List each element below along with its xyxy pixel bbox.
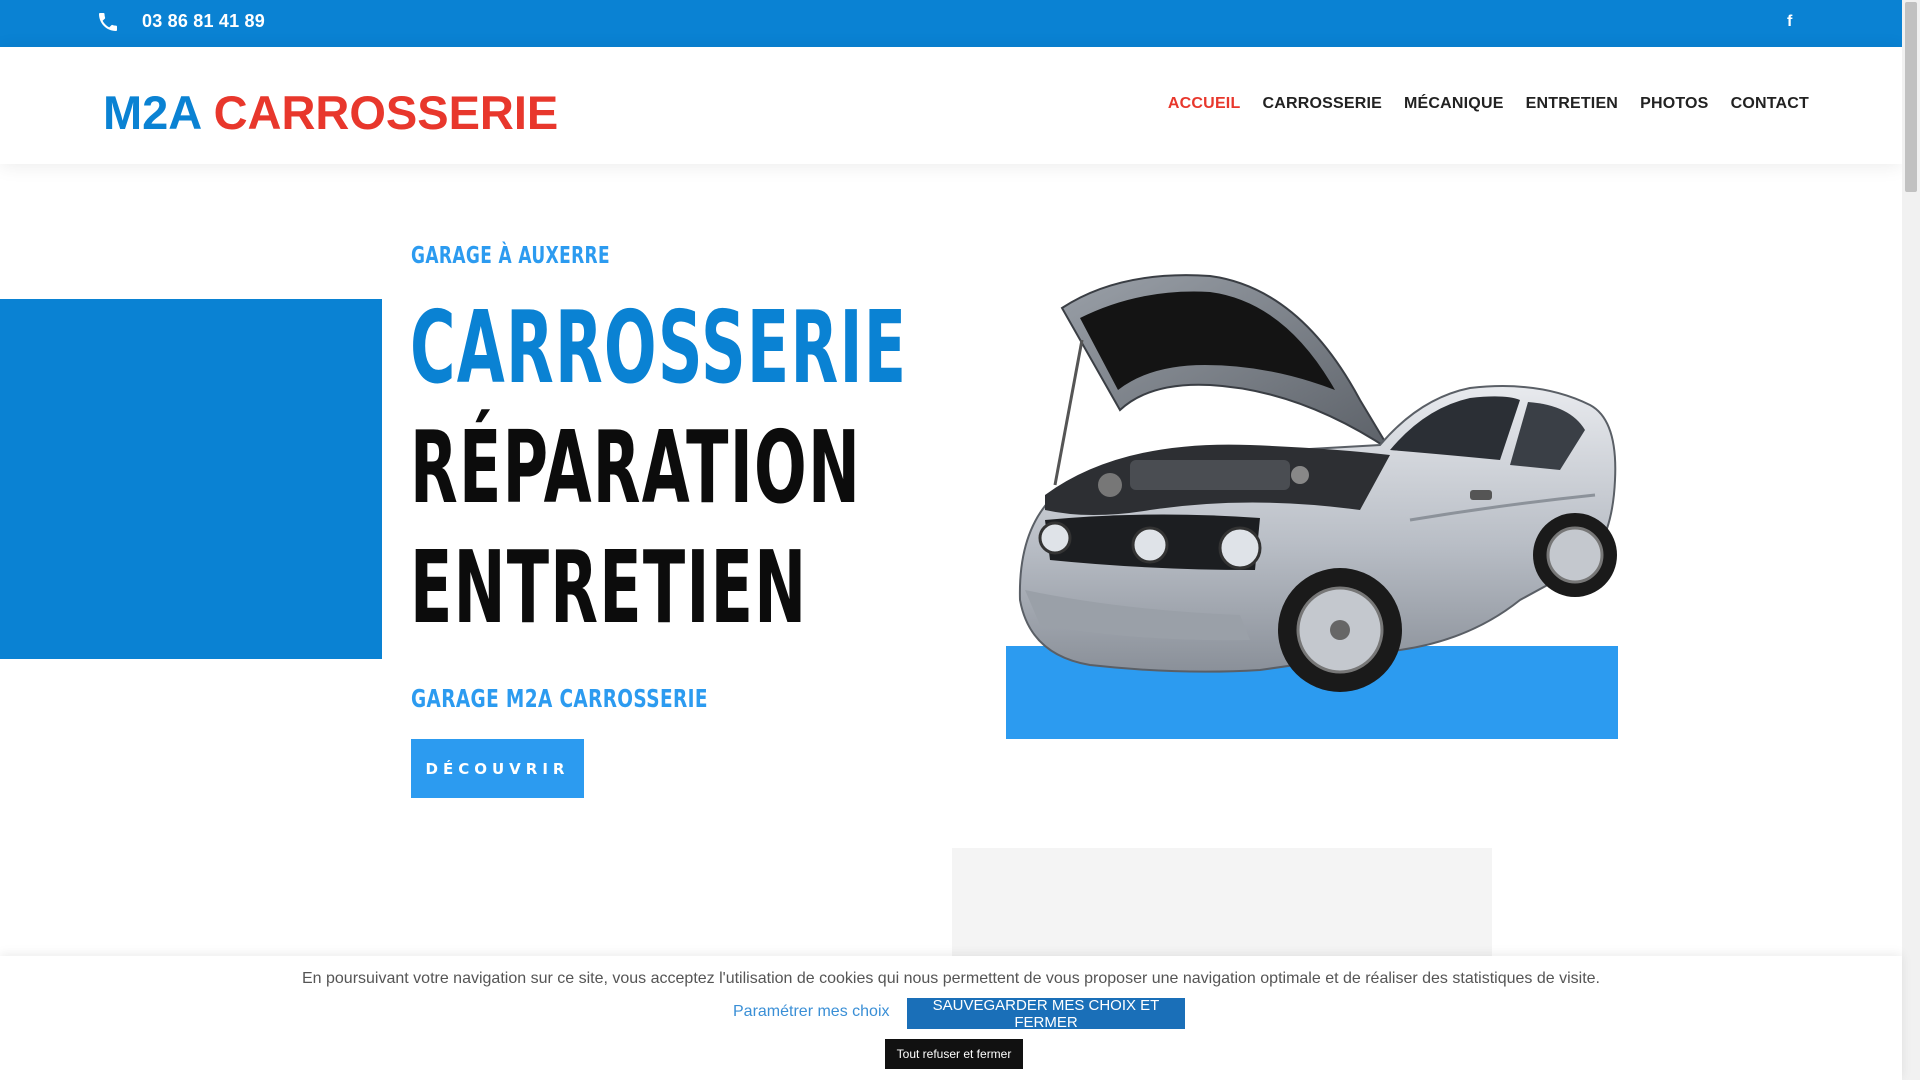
nav-entretien[interactable]: ENTRETIEN (1526, 95, 1618, 113)
hero-kicker: GARAGE À AUXERRE (411, 243, 611, 269)
facebook-icon[interactable]: f (1787, 13, 1799, 33)
logo-text-m2a: M2A (103, 86, 201, 139)
phone-icon[interactable] (96, 10, 120, 34)
grey-panel (952, 848, 1492, 968)
hero-subtitle: GARAGE M2A CARROSSERIE (411, 684, 708, 713)
phone-number[interactable]: 03 86 81 41 89 (142, 11, 265, 32)
hero-title-reparation: RÉPARATION (410, 409, 862, 526)
cookie-banner: En poursuivant votre navigation sur ce s… (0, 956, 1902, 1080)
site-logo[interactable]: M2A CARROSSERIE (103, 85, 558, 140)
hero-title-carrosserie: CARROSSERIE (410, 289, 908, 406)
scrollbar-thumb[interactable] (1905, 2, 1917, 192)
site-header: M2A CARROSSERIE ACCUEIL CARROSSERIE MÉCA… (0, 47, 1902, 164)
nav-carrosserie[interactable]: CARROSSERIE (1262, 95, 1382, 113)
cookie-refuse-button[interactable]: Tout refuser et fermer (885, 1039, 1023, 1069)
hero-blue-block (0, 299, 382, 659)
hero-title-entretien: ENTRETIEN (410, 529, 808, 646)
cookie-save-button[interactable]: SAUVEGARDER MES CHOIX ET FERMER (907, 997, 1185, 1031)
nav-accueil[interactable]: ACCUEIL (1168, 95, 1241, 113)
logo-text-carrosserie: CARROSSERIE (213, 86, 559, 139)
nav-contact[interactable]: CONTACT (1731, 95, 1809, 113)
cookie-message: En poursuivant votre navigation sur ce s… (301, 970, 1600, 987)
car-image (1018, 274, 1617, 692)
cookie-settings-link[interactable]: Paramétrer mes choix (733, 1003, 890, 1021)
discover-button[interactable]: DÉCOUVRIR (411, 739, 584, 798)
top-bar: 03 86 81 41 89 f (0, 0, 1902, 47)
nav-mecanique[interactable]: MÉCANIQUE (1404, 95, 1504, 113)
main-nav: ACCUEIL CARROSSERIE MÉCANIQUE ENTRETIEN … (1168, 95, 1809, 113)
nav-photos[interactable]: PHOTOS (1640, 95, 1708, 113)
